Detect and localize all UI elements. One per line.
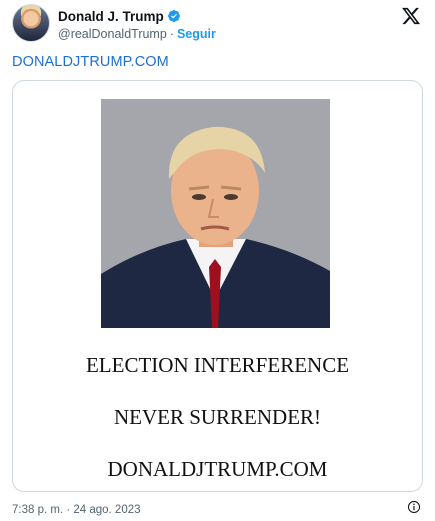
tweet-link[interactable]: DONALDJTRUMP.COM [12, 54, 169, 70]
tweet-footer: 7:38 p. m. · 24 ago. 2023 [12, 500, 423, 516]
separator-dot: · [169, 27, 174, 41]
sub-row: @realDonaldTrump · Seguir [58, 26, 216, 42]
x-logo-icon[interactable] [401, 6, 421, 26]
verified-badge-icon [167, 10, 180, 22]
media-card[interactable]: ELECTION INTERFERENCE NEVER SURRENDER! D… [12, 80, 423, 492]
tweet-header: Donald J. Trump @realDonaldTrump · Segui… [12, 4, 423, 44]
name-row: Donald J. Trump [58, 7, 181, 25]
info-icon[interactable] [407, 500, 421, 514]
poster-line-2: NEVER SURRENDER! [113, 405, 322, 429]
avatar[interactable] [12, 4, 50, 42]
follow-button[interactable]: Seguir [177, 27, 216, 41]
poster-line-1: ELECTION INTERFERENCE [85, 353, 350, 377]
handle[interactable]: @realDonaldTrump [58, 27, 167, 41]
display-name[interactable]: Donald J. Trump [58, 9, 164, 24]
mugshot-photo [101, 99, 330, 328]
poster-line-3: DONALDJTRUMP.COM [107, 457, 328, 481]
timestamp[interactable]: 7:38 p. m. · 24 ago. 2023 [12, 504, 141, 516]
